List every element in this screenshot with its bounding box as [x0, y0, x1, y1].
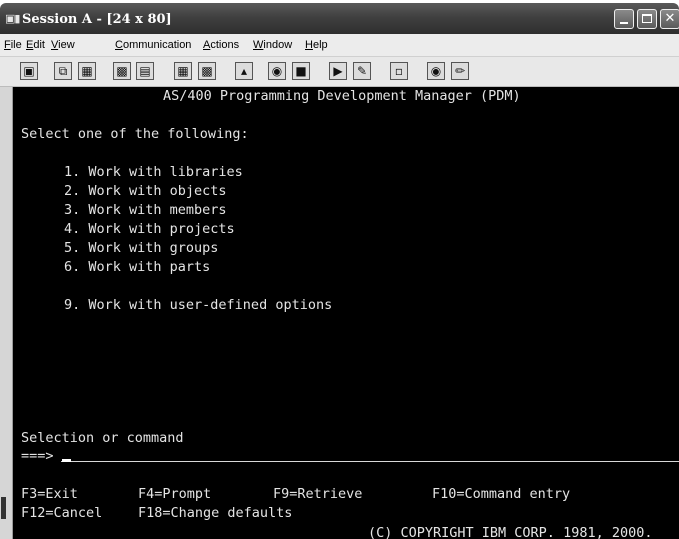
minimize-icon	[620, 22, 628, 24]
command-input-field[interactable]	[61, 461, 679, 462]
fkey-f9[interactable]: F9=Retrieve	[273, 486, 362, 502]
menu-actions-label: ctions	[210, 39, 240, 51]
menu-window-label: indow	[263, 39, 293, 51]
selection-label: Selection or command	[21, 430, 184, 446]
stop-macro-icon[interactable]: ■	[292, 62, 310, 80]
menu-help-label: elp	[312, 39, 328, 51]
menu-window-accelerator: W	[253, 39, 264, 51]
menu-edit[interactable]: Edit	[26, 34, 45, 56]
minimize-button[interactable]	[614, 9, 634, 29]
receive-file-icon[interactable]: ▤	[136, 62, 154, 80]
menu-actions[interactable]: Actions	[203, 34, 239, 56]
instruction-text: Select one of the following:	[21, 126, 249, 142]
menu-window[interactable]: Window	[253, 34, 292, 56]
option-item: 2. Work with objects	[64, 183, 227, 199]
menu-view-label: iew	[58, 39, 75, 51]
menu-help-accelerator: H	[305, 39, 313, 51]
left-frame	[0, 87, 13, 539]
display-icon[interactable]: ▦	[174, 62, 192, 80]
copy-icon[interactable]: ⧉	[54, 62, 72, 80]
fkey-f4[interactable]: F4=Prompt	[138, 486, 211, 502]
option-item: 4. Work with projects	[64, 221, 235, 237]
play-macro-icon[interactable]: ▶	[329, 62, 347, 80]
option-item: 3. Work with members	[64, 202, 227, 218]
title-bar: ▣▮ Session A - [24 x 80] ✕	[0, 3, 679, 34]
option-item: 5. Work with groups	[64, 240, 219, 256]
window-title: Session A - [24 x 80]	[22, 12, 172, 27]
edit-macro-icon[interactable]: ✎	[353, 62, 371, 80]
session-icon[interactable]: ▣▮	[5, 13, 21, 25]
send-file-icon[interactable]: ▩	[113, 62, 131, 80]
maximize-button[interactable]	[637, 9, 657, 29]
menu-help[interactable]: Help	[305, 34, 328, 56]
option-item: 1. Work with libraries	[64, 164, 243, 180]
keypad-icon[interactable]: ▩	[198, 62, 216, 80]
fkey-f3[interactable]: F3=Exit	[21, 486, 78, 502]
menu-file-accelerator: F	[4, 39, 11, 51]
emulator-window: ▣▮ Session A - [24 x 80] ✕ File Edit Vie…	[0, 0, 679, 539]
maximize-icon	[642, 14, 652, 23]
toolbar: ▣ ⧉ ▦ ▩ ▤ ▦ ▩ ▴ ◉ ■ ▶ ✎ ▫ ◉ ✏	[0, 57, 679, 87]
menu-view[interactable]: View	[51, 34, 75, 56]
fkey-f10[interactable]: F10=Command entry	[432, 486, 570, 502]
menu-communication[interactable]: Communication	[115, 34, 191, 56]
text-cursor	[62, 459, 71, 462]
option-item: 6. Work with parts	[64, 259, 211, 275]
edit-pen-icon[interactable]: ✏	[451, 62, 469, 80]
close-button[interactable]: ✕	[660, 9, 679, 29]
command-prompt: ===>	[21, 448, 54, 464]
copyright-text: (C) COPYRIGHT IBM CORP. 1981, 2000.	[368, 525, 653, 539]
fkey-f18[interactable]: F18=Change defaults	[138, 505, 292, 521]
fkey-f12[interactable]: F12=Cancel	[21, 505, 102, 521]
screen-title: AS/400 Programming Development Manager (…	[163, 88, 521, 104]
menu-file[interactable]: File	[4, 34, 22, 56]
web-icon[interactable]: ◉	[427, 62, 445, 80]
menu-bar: File Edit View Communication Actions Win…	[0, 34, 679, 57]
close-icon: ✕	[664, 11, 676, 26]
print-screen-icon[interactable]: ▣	[20, 62, 38, 80]
clipboard-icon[interactable]: ▫	[390, 62, 408, 80]
macro-icon[interactable]: ▴	[235, 62, 253, 80]
menu-edit-label: dit	[33, 39, 45, 51]
option-item: 9. Work with user-defined options	[64, 297, 333, 313]
frame-marker	[1, 497, 6, 519]
menu-communication-accelerator: C	[115, 39, 123, 51]
menu-communication-label: ommunication	[122, 39, 192, 51]
paste-icon[interactable]: ▦	[78, 62, 96, 80]
record-macro-icon[interactable]: ◉	[268, 62, 286, 80]
menu-file-label: ile	[10, 39, 22, 51]
terminal-screen[interactable]: AS/400 Programming Development Manager (…	[13, 87, 679, 539]
